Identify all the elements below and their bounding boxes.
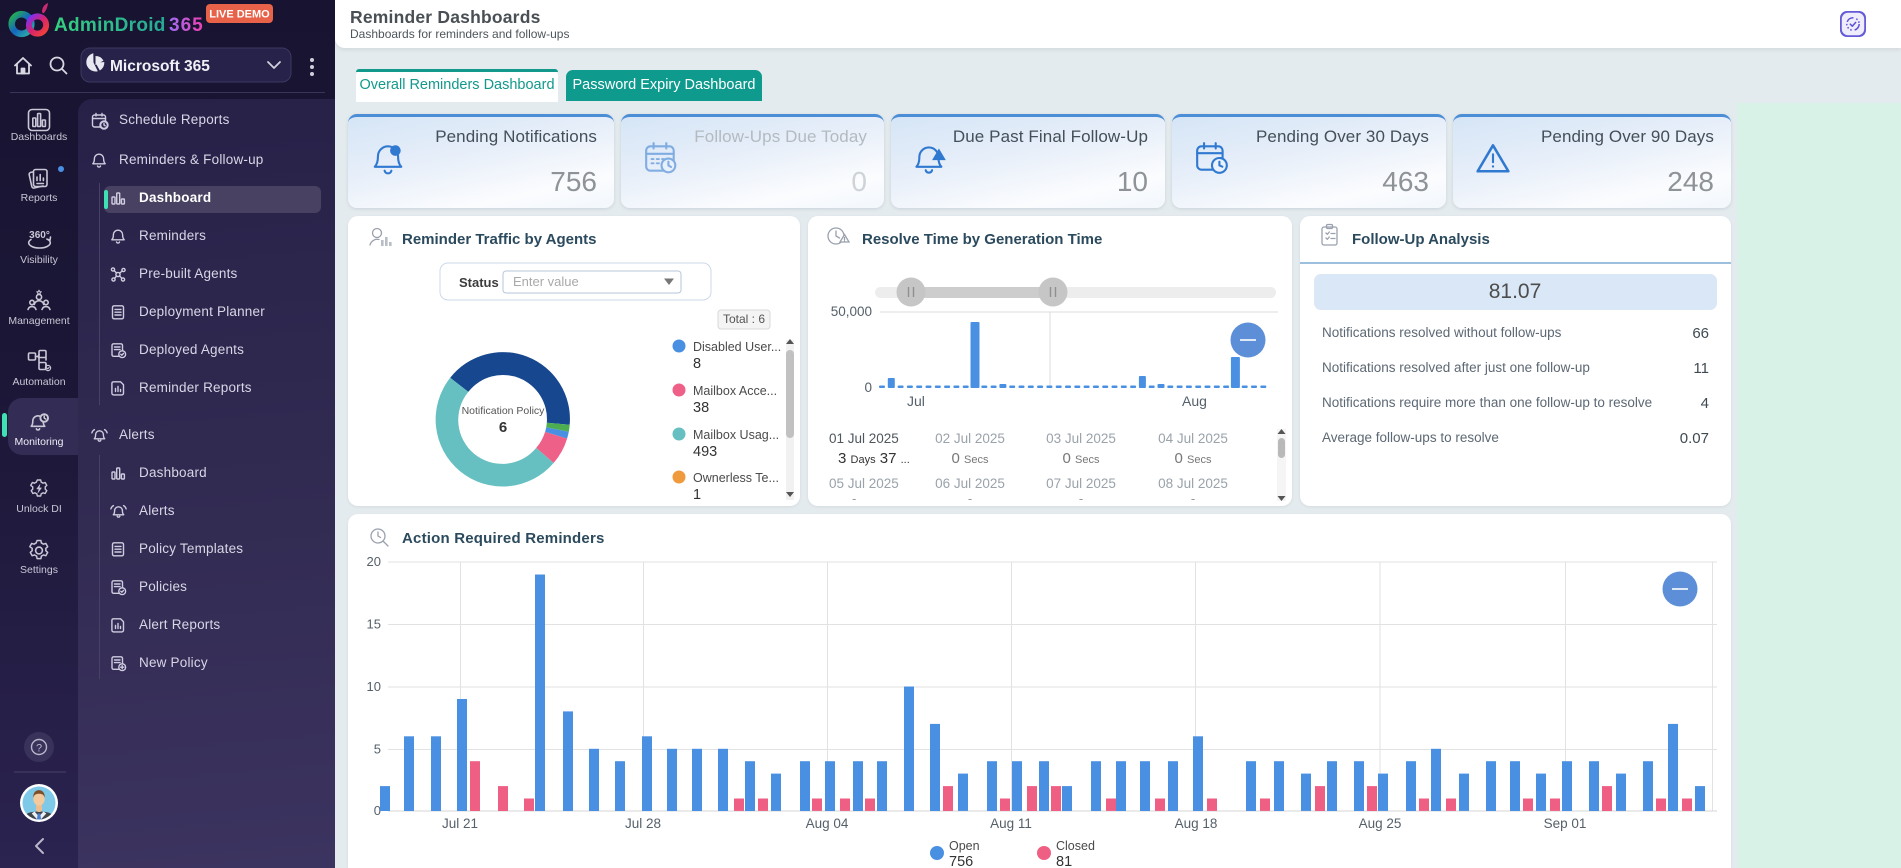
- svg-text:Enter value: Enter value: [513, 274, 579, 289]
- svg-text:11: 11: [1693, 360, 1709, 377]
- svg-text:Jul 21: Jul 21: [442, 816, 478, 831]
- svg-text:8: 8: [693, 356, 701, 372]
- svg-text:08 Jul 2025: 08 Jul 2025: [1158, 476, 1228, 491]
- svg-text:Aug 11: Aug 11: [990, 816, 1032, 831]
- svg-text:LIVE DEMO: LIVE DEMO: [209, 9, 270, 21]
- svg-text:3 Days 37 ...: 3 Days 37 ...: [838, 450, 910, 467]
- svg-text:Follow-Up Analysis: Follow-Up Analysis: [1352, 231, 1490, 248]
- svg-text:38: 38: [693, 400, 709, 416]
- svg-text:Ownerless Te...: Ownerless Te...: [693, 471, 779, 485]
- svg-text:01 Jul 2025: 01 Jul 2025: [829, 431, 899, 446]
- svg-text:04 Jul 2025: 04 Jul 2025: [1158, 431, 1228, 446]
- svg-text:Sep 01: Sep 01: [1544, 816, 1587, 831]
- svg-text:Mailbox Acce...: Mailbox Acce...: [693, 384, 777, 398]
- svg-text:AdminDroid: AdminDroid: [54, 15, 166, 36]
- svg-text:0 Secs: 0 Secs: [952, 450, 989, 467]
- svg-text:Aug 18: Aug 18: [1175, 816, 1218, 831]
- svg-text:Jul 28: Jul 28: [625, 816, 661, 831]
- svg-text:02 Jul 2025: 02 Jul 2025: [935, 431, 1005, 446]
- svg-text:Aug 04: Aug 04: [806, 816, 849, 831]
- svg-text:20: 20: [367, 554, 381, 569]
- svg-text:Disabled User...: Disabled User...: [693, 340, 781, 354]
- svg-text:0 Secs: 0 Secs: [1063, 450, 1100, 467]
- svg-text:10: 10: [367, 679, 381, 694]
- svg-text:Mailbox Usag...: Mailbox Usag...: [693, 428, 779, 442]
- svg-text:Microsoft 365: Microsoft 365: [110, 58, 210, 75]
- svg-text:?: ?: [36, 743, 42, 755]
- svg-text:0.07: 0.07: [1680, 430, 1709, 447]
- svg-text:-: -: [852, 491, 856, 506]
- svg-text:81: 81: [1056, 854, 1072, 868]
- svg-text:06 Jul 2025: 06 Jul 2025: [935, 476, 1005, 491]
- svg-text:Action Required Reminders: Action Required Reminders: [402, 530, 605, 547]
- svg-text:365: 365: [169, 15, 204, 36]
- svg-text:Resolve Time by Generation Tim: Resolve Time by Generation Time: [862, 231, 1102, 248]
- svg-text:0 Secs: 0 Secs: [1175, 450, 1212, 467]
- svg-text:66: 66: [1692, 325, 1709, 342]
- svg-text:1: 1: [693, 487, 701, 503]
- svg-text:Status: Status: [459, 275, 499, 290]
- svg-text:50,000: 50,000: [831, 304, 872, 319]
- svg-text:Notifications resolved after j: Notifications resolved after just one fo…: [1322, 360, 1590, 375]
- svg-text:Jul: Jul: [907, 393, 925, 409]
- svg-text:03 Jul 2025: 03 Jul 2025: [1046, 431, 1116, 446]
- svg-text:05 Jul 2025: 05 Jul 2025: [829, 476, 899, 491]
- svg-text:-: -: [1191, 491, 1195, 506]
- svg-text:Open: Open: [949, 839, 980, 853]
- svg-text:756: 756: [949, 854, 973, 868]
- svg-text:Aug: Aug: [1182, 393, 1207, 409]
- svg-text:Closed: Closed: [1056, 839, 1095, 853]
- svg-text:81.07: 81.07: [1489, 280, 1542, 303]
- svg-text:Notification Policy: Notification Policy: [462, 405, 546, 417]
- svg-text:Notifications require more tha: Notifications require more than one foll…: [1322, 395, 1652, 410]
- svg-text:15: 15: [367, 617, 381, 632]
- svg-text:5: 5: [374, 742, 381, 757]
- svg-text:-: -: [1079, 491, 1083, 506]
- svg-text:-: -: [968, 491, 972, 506]
- svg-text:Reminder Traffic by Agents: Reminder Traffic by Agents: [402, 231, 597, 248]
- svg-text:07 Jul 2025: 07 Jul 2025: [1046, 476, 1116, 491]
- svg-text:Total : 6: Total : 6: [723, 312, 765, 326]
- svg-text:Notifications resolved without: Notifications resolved without follow-up…: [1322, 325, 1562, 340]
- svg-text:6: 6: [499, 419, 507, 436]
- svg-text:!: !: [938, 151, 941, 161]
- svg-text:0: 0: [374, 803, 381, 818]
- svg-text:493: 493: [693, 444, 717, 460]
- svg-text:Average follow-ups to resolve: Average follow-ups to resolve: [1322, 430, 1499, 445]
- svg-text:Aug 25: Aug 25: [1359, 816, 1402, 831]
- svg-text:0: 0: [864, 380, 872, 395]
- svg-text:4: 4: [1701, 395, 1709, 412]
